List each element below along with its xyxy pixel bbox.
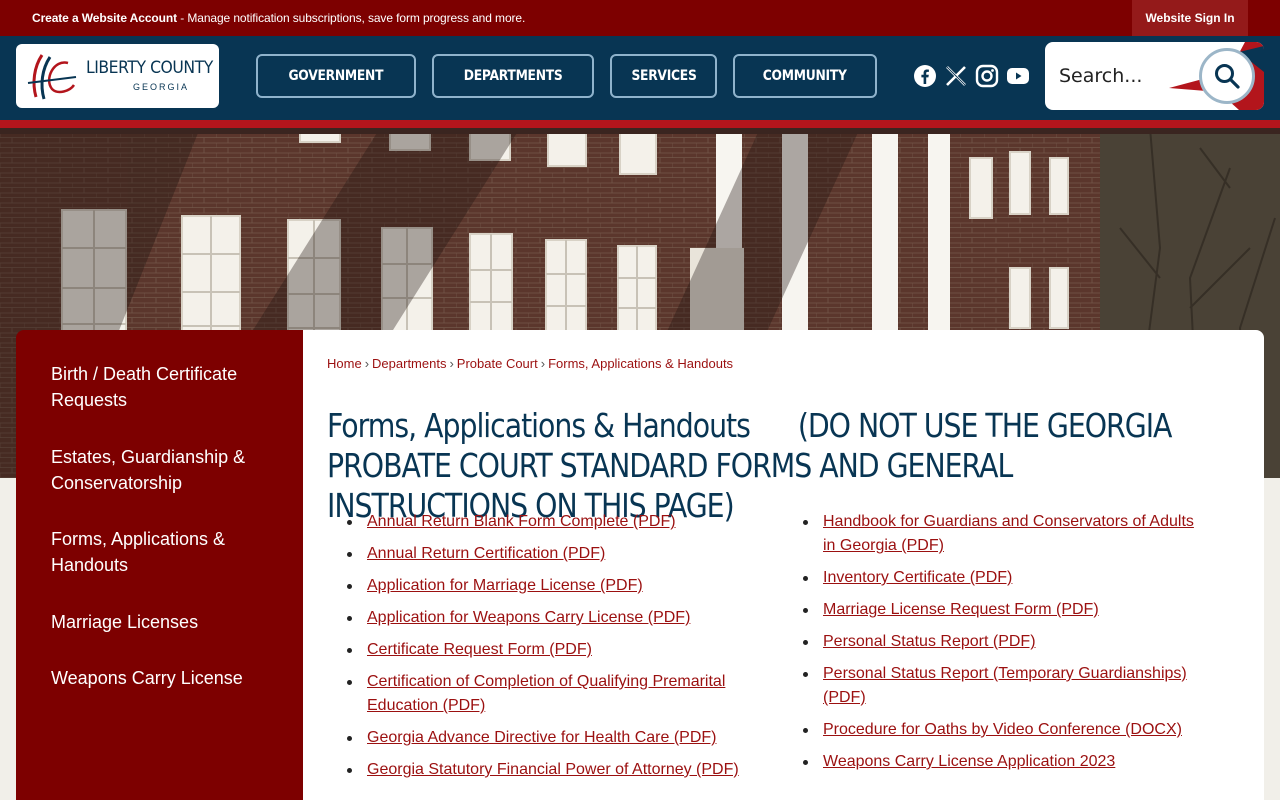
list-item: Handbook for Guardians and Conservators …: [783, 510, 1223, 558]
site-header: LIBERTY COUNTY GEORGIA GOVERNMENT DEPART…: [0, 36, 1280, 120]
x-icon[interactable]: [944, 64, 968, 88]
list-item: Georgia Statutory Financial Power of Att…: [327, 758, 767, 782]
main-content: Home › Departments › Probate Court › Forms, Ap…: [303, 330, 1264, 800]
nav-departments-label: DEPARTMENTS: [463, 68, 563, 84]
document-link[interactable]: Certification of Completion of Qualifyin…: [367, 673, 725, 714]
document-link[interactable]: Annual Return Certification (PDF): [367, 545, 605, 562]
sidebar-item-forms-applications[interactable]: Forms, Applications & Handouts: [51, 526, 281, 578]
create-account-link[interactable]: Create a Website Account - Manage notifi…: [32, 11, 525, 25]
page-title: Forms, Applications & Handouts (DO NOT U…: [327, 406, 1180, 525]
create-account-description: - Manage notification subscriptions, sav…: [176, 11, 526, 25]
list-item: Personal Status Report (PDF): [783, 630, 1223, 654]
list-item: Certificate Request Form (PDF): [327, 638, 767, 662]
search-button[interactable]: [1199, 48, 1255, 104]
sidebar-nav: Birth / Death Certificate Requests Estat…: [16, 330, 303, 800]
breadcrumb-current-page[interactable]: Forms, Applications & Handouts: [548, 356, 733, 371]
sidebar-item-marriage-licenses[interactable]: Marriage Licenses: [51, 609, 281, 635]
instagram-icon[interactable]: [975, 64, 999, 88]
nav-services-button[interactable]: SERVICES: [610, 54, 717, 98]
liberty-county-logo[interactable]: LIBERTY COUNTY GEORGIA: [16, 44, 219, 108]
document-link[interactable]: Certificate Request Form (PDF): [367, 641, 592, 658]
nav-services-label: SERVICES: [630, 68, 697, 84]
search-input[interactable]: [1059, 56, 1179, 96]
breadcrumb-probate-court[interactable]: Probate Court: [457, 356, 538, 371]
sidebar-item-weapons-carry-license[interactable]: Weapons Carry License: [51, 665, 281, 691]
breadcrumb-home[interactable]: Home: [327, 356, 362, 371]
list-item: Georgia Advance Directive for Health Car…: [327, 726, 767, 750]
list-item: Application for Marriage License (PDF): [327, 574, 767, 598]
list-item: Annual Return Blank Form Complete (PDF): [327, 510, 767, 534]
document-link[interactable]: Handbook for Guardians and Conservators …: [823, 513, 1194, 554]
logo-county-name: LIBERTY COUNTY: [86, 58, 213, 78]
document-link[interactable]: Georgia Advance Directive for Health Car…: [367, 729, 716, 746]
nav-government-button[interactable]: GOVERNMENT: [256, 54, 416, 98]
sidebar-item-birth-death-certificates[interactable]: Birth / Death Certificate Requests: [51, 361, 281, 413]
list-item: Procedure for Oaths by Video Conference …: [783, 718, 1223, 742]
facebook-icon[interactable]: [913, 64, 937, 88]
list-item: Personal Status Report (Temporary Guardi…: [783, 662, 1223, 710]
document-link[interactable]: Personal Status Report (PDF): [823, 633, 1036, 650]
document-link[interactable]: Georgia Statutory Financial Power of Att…: [367, 761, 739, 778]
document-link[interactable]: Weapons Carry License Application 2023: [823, 753, 1115, 770]
list-item: Marriage License Request Form (PDF): [783, 598, 1223, 622]
search-box: [1045, 42, 1264, 110]
document-link[interactable]: Application for Marriage License (PDF): [367, 577, 643, 594]
search-icon: [1215, 64, 1240, 89]
create-account-label: Create a Website Account: [32, 11, 177, 25]
header-red-accent: [0, 120, 1280, 128]
document-link[interactable]: Annual Return Blank Form Complete (PDF): [367, 513, 676, 530]
document-link[interactable]: Marriage License Request Form (PDF): [823, 601, 1099, 618]
list-item: Certification of Completion of Qualifyin…: [327, 670, 767, 718]
document-link[interactable]: Application for Weapons Carry License (P…: [367, 609, 690, 626]
list-item: Weapons Carry License Application 2023: [783, 750, 1223, 774]
top-bar: Create a Website Account - Manage notifi…: [0, 0, 1280, 36]
document-list-left: Annual Return Blank Form Complete (PDF) …: [327, 510, 767, 790]
list-item: Application for Weapons Carry License (P…: [327, 606, 767, 630]
sidebar-item-estates-guardianship[interactable]: Estates, Guardianship & Conservatorship: [51, 444, 281, 496]
nav-community-label: COMMUNITY: [763, 68, 847, 84]
nav-community-button[interactable]: COMMUNITY: [733, 54, 877, 98]
list-item: Inventory Certificate (PDF): [783, 566, 1223, 590]
document-link[interactable]: Personal Status Report (Temporary Guardi…: [823, 665, 1187, 706]
logo-mark-icon: [27, 54, 77, 100]
breadcrumb: Home › Departments › Probate Court › Forms, Ap…: [327, 356, 734, 371]
document-link[interactable]: Procedure for Oaths by Video Conference …: [823, 721, 1182, 738]
document-list-right: Handbook for Guardians and Conservators …: [783, 510, 1223, 782]
youtube-icon[interactable]: [1006, 64, 1030, 88]
logo-state-name: GEORGIA: [133, 82, 190, 92]
list-item: Annual Return Certification (PDF): [327, 542, 767, 566]
document-link[interactable]: Inventory Certificate (PDF): [823, 569, 1012, 586]
breadcrumb-departments[interactable]: Departments: [372, 356, 446, 371]
nav-government-label: GOVERNMENT: [288, 68, 384, 84]
website-sign-in-button[interactable]: Website Sign In: [1132, 0, 1248, 36]
nav-departments-button[interactable]: DEPARTMENTS: [432, 54, 594, 98]
